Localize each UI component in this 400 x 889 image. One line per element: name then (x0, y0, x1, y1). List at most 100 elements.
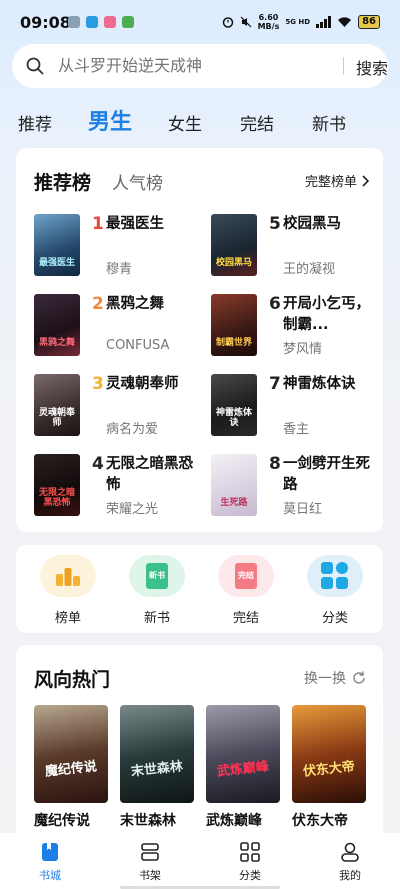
book-title: 神雷炼体诀 (283, 376, 356, 392)
trending-book[interactable]: 魔纪传说 魔纪传说 (34, 705, 108, 830)
signal-icon (316, 16, 332, 28)
rank-number: 5 (269, 214, 281, 234)
ranking-title[interactable]: 推荐榜 (34, 168, 91, 195)
network-type: 5G HD (285, 17, 311, 26)
refresh-label: 换一换 (304, 671, 346, 687)
rank-number: 1 (92, 214, 104, 234)
alarm-icon (222, 17, 233, 28)
chevron-right-icon (362, 174, 369, 187)
nav-label: 书架 (139, 869, 161, 882)
book-title: 末世森林 (120, 813, 176, 829)
quick-ranking-button[interactable]: 榜单 (38, 555, 98, 626)
book-author: 梦风情 (283, 342, 323, 357)
trending-book[interactable]: 伏东大帝 伏东大帝 (292, 705, 366, 830)
search-divider (343, 57, 344, 75)
quick-menu: 榜单 新书 新书 完结 完结 分类 (16, 545, 383, 633)
book-author: 穆青 (106, 262, 133, 277)
quick-category-button[interactable]: 分类 (305, 555, 365, 626)
completed-badge: 完结 (235, 563, 257, 589)
book-author: 荣耀之光 (106, 502, 159, 517)
speed-unit: MB/s (257, 22, 280, 31)
book-cover: 生死路 (211, 454, 257, 516)
rank-item[interactable]: 生死路 8 一剑劈开生死路 莫日红 (211, 454, 381, 520)
category-icon (307, 555, 363, 597)
network-speed: 6.60 MB/s (258, 13, 280, 31)
quick-label: 新书 (143, 611, 170, 626)
rank-item[interactable]: 神雷炼体诀 7 神雷炼体诀 香主 (211, 374, 381, 440)
nav-category[interactable]: 分类 (220, 841, 280, 883)
book-cover: 最强医生 (34, 214, 80, 276)
trending-section: 风向热门 换一换 魔纪传说 魔纪传说 末世森林 末世森林 武炼巅峰 武炼巅峰 伏… (16, 645, 383, 845)
tab-new[interactable]: 新书 (312, 110, 346, 135)
rank-item[interactable]: 制霸世界 6 开局小乞丐，制霸... 梦风情 (211, 294, 381, 360)
book-author: 莫日红 (283, 502, 323, 517)
tab-recommend[interactable]: 推荐 (18, 110, 52, 135)
book-author: 病名为爱 (106, 422, 159, 437)
bottom-nav: 书城 书架 分类 我的 (0, 833, 400, 889)
cover-text: 制霸世界 (215, 338, 252, 348)
rank-number: 6 (269, 294, 281, 314)
book-cover: 黑鸦之舞 (34, 294, 80, 356)
book-title: 魔纪传说 (34, 813, 90, 829)
book-author: 香主 (283, 422, 310, 437)
quick-completed-button[interactable]: 完结 完结 (216, 555, 276, 626)
cover-text: 伏东大帝 (302, 759, 356, 780)
rank-number: 4 (92, 454, 104, 474)
book-cover: 武炼巅峰 (206, 705, 280, 803)
cover-text: 校园黑马 (215, 258, 252, 268)
book-cover: 伏东大帝 (292, 705, 366, 803)
book-cover: 灵魂朝奉师 (34, 374, 80, 436)
cover-text: 最强医生 (38, 258, 75, 268)
refresh-icon (353, 671, 365, 684)
nav-label: 我的 (339, 869, 361, 882)
book-title: 伏东大帝 (292, 813, 348, 829)
status-indicators: 6.60 MB/s 5G HD 86 (222, 13, 380, 31)
cover-text: 生死路 (220, 498, 248, 508)
book-title: 一剑劈开生死路 (283, 456, 370, 493)
popularity-tab[interactable]: 人气榜 (112, 169, 163, 194)
tab-completed[interactable]: 完结 (240, 110, 274, 135)
book-title: 无限之暗黑恐怖 (106, 456, 193, 493)
bookshelf-icon (139, 841, 161, 863)
tab-female[interactable]: 女生 (168, 110, 202, 135)
book-cover: 魔纪传说 (34, 705, 108, 803)
app-notification-icon (122, 16, 134, 28)
trending-book[interactable]: 武炼巅峰 武炼巅峰 (206, 705, 280, 830)
book-title: 黑鸦之舞 (106, 296, 164, 312)
book-cover: 神雷炼体诀 (211, 374, 257, 436)
rank-number: 7 (269, 374, 281, 394)
book-title: 校园黑马 (283, 216, 341, 232)
telegram-icon (86, 16, 98, 28)
quick-label: 分类 (321, 611, 348, 626)
rank-number: 3 (92, 374, 104, 394)
search-icon (26, 57, 44, 75)
battery-indicator: 86 (358, 15, 380, 29)
cover-text: 武炼巅峰 (216, 759, 270, 780)
rank-item[interactable]: 无限之暗黑恐怖 4 无限之暗黑恐怖 荣耀之光 (34, 454, 204, 520)
search-bar[interactable]: 搜索 (12, 44, 388, 88)
new-book-icon: 新书 (129, 555, 185, 597)
app-notification-icon (68, 16, 80, 28)
cover-text: 黑鸦之舞 (38, 338, 75, 348)
rank-item[interactable]: 灵魂朝奉师 3 灵魂朝奉师 病名为爱 (34, 374, 204, 440)
search-button[interactable]: 搜索 (356, 55, 388, 79)
nav-profile[interactable]: 我的 (320, 841, 380, 883)
rank-item[interactable]: 最强医生 1 最强医生 穆青 (34, 214, 204, 280)
book-cover: 无限之暗黑恐怖 (34, 454, 80, 516)
book-title: 灵魂朝奉师 (106, 376, 179, 392)
tab-male[interactable]: 男生 (88, 104, 132, 136)
quick-new-books-button[interactable]: 新书 新书 (127, 555, 187, 626)
app-notification-icon (104, 16, 116, 28)
status-time: 09:08 (20, 13, 71, 32)
rank-item[interactable]: 黑鸦之舞 2 黑鸦之舞 CONFUSA (34, 294, 204, 360)
nav-bookstore[interactable]: 书城 (20, 841, 80, 883)
cover-text: 灵魂朝奉师 (38, 408, 75, 428)
full-ranking-link[interactable]: 完整榜单 (305, 171, 369, 190)
rank-item[interactable]: 校园黑马 5 校园黑马 王的凝视 (211, 214, 381, 280)
nav-bookshelf[interactable]: 书架 (120, 841, 180, 883)
refresh-button[interactable]: 换一换 (304, 668, 367, 688)
book-cover: 末世森林 (120, 705, 194, 803)
trending-book[interactable]: 末世森林 末世森林 (120, 705, 194, 830)
cover-text: 神雷炼体诀 (215, 408, 252, 428)
search-input[interactable] (58, 56, 328, 75)
